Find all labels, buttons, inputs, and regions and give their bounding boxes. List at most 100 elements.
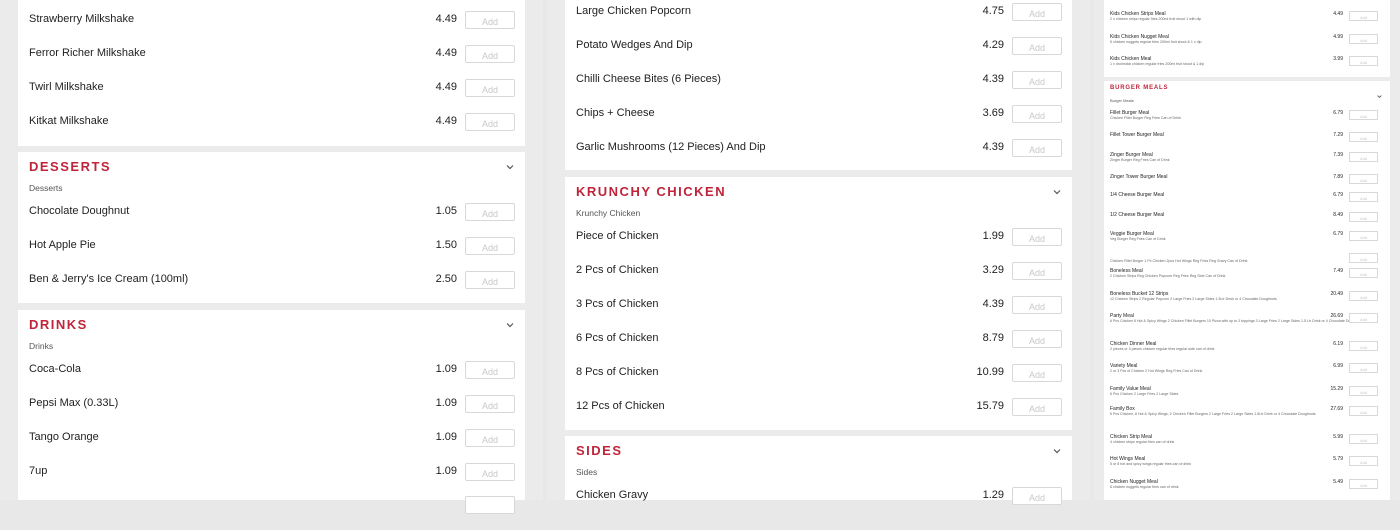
add-button[interactable]: Add: [465, 113, 515, 131]
item-name: Garlic Mushrooms (12 Pieces) And Dip: [576, 141, 766, 153]
item-price: 5.79: [1333, 456, 1343, 462]
item-name: Strawberry Milkshake: [29, 13, 135, 25]
section-title[interactable]: Drinks: [29, 317, 88, 332]
item-name: Twirl Milkshake: [29, 81, 104, 93]
item-name: 8 Pcs of Chicken: [576, 366, 659, 378]
item-price: 4.49: [435, 47, 457, 59]
item-description: 12 Chicken Strips 2 Regular Popcorn 2 La…: [1110, 297, 1277, 301]
section-subtitle: Drinks: [29, 341, 54, 351]
item-price: 10.99: [976, 366, 1004, 378]
add-button[interactable]: Add: [1349, 434, 1378, 444]
add-button[interactable]: Add: [1349, 132, 1378, 142]
add-button[interactable]: Add: [465, 395, 515, 413]
section-title[interactable]: Burger Meals: [1110, 85, 1168, 91]
add-button[interactable]: Add: [465, 203, 515, 221]
item-name: 12 Pcs of Chicken: [576, 400, 665, 412]
item-name: Chicken Gravy: [576, 489, 649, 501]
section-title[interactable]: Desserts: [29, 159, 111, 174]
add-button[interactable]: Add: [1349, 363, 1378, 373]
add-button[interactable]: Add: [1349, 56, 1378, 66]
section-title[interactable]: Sides: [576, 443, 623, 458]
add-button[interactable]: Add: [1012, 364, 1062, 382]
add-button[interactable]: Add: [465, 79, 515, 97]
add-button[interactable]: Add: [1012, 487, 1062, 505]
section-title[interactable]: Krunchy Chicken: [576, 184, 726, 199]
add-button[interactable]: Add: [465, 463, 515, 481]
item-price: 4.49: [435, 81, 457, 93]
item-name: Potato Wedges And Dip: [576, 39, 693, 51]
add-button[interactable]: Add: [1012, 37, 1062, 55]
item-price: 7.49: [1333, 268, 1343, 274]
add-button[interactable]: Add: [1012, 398, 1062, 416]
add-button[interactable]: Add: [1349, 110, 1378, 120]
sides-card: Sides Sides Chicken Gravy 1.29 Add: [565, 436, 1072, 505]
add-button[interactable]: Add: [1349, 174, 1378, 184]
menu-item-row: Kitkat Milkshake 4.49 Add: [18, 113, 525, 147]
item-price: 4.99: [1333, 34, 1343, 40]
item-price: 4.29: [982, 39, 1004, 51]
menu-item-row: Large Chicken Popcorn 4.75 Add: [565, 3, 1072, 37]
menu-item-row: Twirl Milkshake 4.49 Add: [18, 79, 525, 113]
add-button[interactable]: Add: [1012, 296, 1062, 314]
add-button[interactable]: Add: [1349, 291, 1378, 301]
add-button[interactable]: Add: [465, 361, 515, 379]
add-button[interactable]: Add: [1012, 228, 1062, 246]
add-button[interactable]: Add: [1349, 406, 1378, 416]
item-price: 1.99: [982, 230, 1004, 242]
add-button[interactable]: Add: [1012, 262, 1062, 280]
add-button[interactable]: Add: [1012, 330, 1062, 348]
add-button[interactable]: Add: [1349, 386, 1378, 396]
menu-item-row: Variety Meal 2 or 3 Pcs of Chicken 2 Hot …: [1104, 363, 1390, 385]
menu-item-row: 7up 1.09 Add: [18, 463, 525, 497]
item-description: 5 chicken nuggets regular fries 200ml fr…: [1110, 40, 1202, 44]
add-button[interactable]: Add: [1349, 313, 1378, 323]
add-button[interactable]: Add: [1012, 71, 1062, 89]
item-description: 6 chicken nuggets regular fries can of d…: [1110, 485, 1179, 489]
menu-item-row: 3 Pcs of Chicken 4.39 Add: [565, 296, 1072, 330]
item-price: 4.49: [1333, 11, 1343, 17]
menu-column-2: Large Chicken Popcorn 4.75 Add Potato Wedg…: [547, 0, 1090, 505]
add-button[interactable]: Add: [1349, 192, 1378, 202]
add-button[interactable]: Add: [465, 45, 515, 63]
add-button[interactable]: Add: [1012, 3, 1062, 21]
menu-item-row: Garlic Mushrooms (12 Pieces) And Dip 4.39…: [565, 139, 1072, 173]
chevron-down-icon[interactable]: [506, 321, 514, 329]
add-button[interactable]: Add: [1349, 231, 1378, 241]
add-button[interactable]: Add: [1349, 479, 1378, 489]
chevron-down-icon[interactable]: [1377, 86, 1382, 99]
chevron-down-icon[interactable]: [1053, 447, 1061, 455]
add-button[interactable]: Add: [1012, 139, 1062, 157]
add-button[interactable]: Add: [465, 271, 515, 289]
add-button[interactable]: Add: [1349, 212, 1378, 222]
menu-item-row: Ben & Jerry's Ice Cream (100ml) 2.50 Add: [18, 271, 525, 305]
add-button[interactable]: Add: [1349, 268, 1378, 278]
item-name: Zinger Tower Burger Meal: [1110, 174, 1168, 180]
item-price: 26.69: [1330, 313, 1343, 319]
add-button[interactable]: Add: [1349, 456, 1378, 466]
item-price: 3.69: [982, 107, 1004, 119]
add-button[interactable]: Add: [1349, 253, 1378, 263]
menu-item-row: Potato Wedges And Dip 4.29 Add: [565, 37, 1072, 71]
drinks-card: Drinks Drinks Coca-Cola 1.09 Add Pepsi Max…: [18, 310, 525, 514]
item-name: Chips + Cheese: [576, 107, 655, 119]
add-button[interactable]: Add: [465, 11, 515, 29]
chevron-down-icon[interactable]: [1053, 188, 1061, 196]
add-button[interactable]: Add: [465, 429, 515, 447]
add-button[interactable]: Add: [1012, 105, 1062, 123]
item-description: 2 pieces or 3 pieces chicken regular fri…: [1110, 347, 1215, 351]
menu-item-row: Zinger Burger Meal Zinger Burger Reg Frie…: [1104, 152, 1390, 174]
item-price: 4.49: [435, 115, 457, 127]
add-button[interactable]: Add: [1349, 341, 1378, 351]
item-name: 1/2 Cheese Burger Meal: [1110, 212, 1165, 218]
item-price: 1.29: [982, 489, 1004, 501]
add-button[interactable]: Add: [1349, 11, 1378, 21]
item-name: Kitkat Milkshake: [29, 115, 109, 127]
chevron-down-icon[interactable]: [506, 163, 514, 171]
item-price: 15.29: [1330, 386, 1343, 392]
add-button[interactable]: Add: [1349, 152, 1378, 162]
add-button[interactable]: Add: [1349, 34, 1378, 44]
item-price: 7.39: [1333, 152, 1343, 158]
add-button[interactable]: [465, 496, 515, 514]
add-button[interactable]: Add: [465, 237, 515, 255]
item-name: 6 Pcs of Chicken: [576, 332, 659, 344]
